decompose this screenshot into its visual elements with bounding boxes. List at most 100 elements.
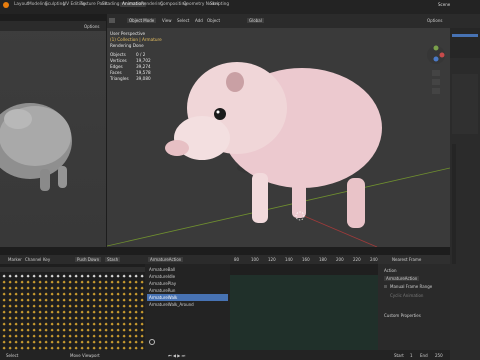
- frame-end-field[interactable]: 250: [435, 353, 443, 358]
- viewport-options[interactable]: Options: [427, 18, 442, 23]
- keyframe-marker: [62, 334, 66, 338]
- action-list-popup[interactable]: ArmatureAction ArmatureBall ArmatureIdle A…: [145, 255, 230, 350]
- navigation-gizmo[interactable]: [425, 44, 447, 104]
- keyframe-marker: [98, 286, 102, 290]
- custom-properties-section[interactable]: Custom Properties: [384, 313, 421, 318]
- keyframe-marker: [140, 328, 144, 332]
- keyframe-marker: [74, 322, 78, 326]
- marker-menu[interactable]: Marker: [8, 257, 22, 262]
- keyframe-marker: [68, 340, 72, 344]
- frame-tick-label: 140: [285, 257, 293, 262]
- action-item[interactable]: ArmaturePlay: [147, 280, 228, 287]
- keyframe-marker: [74, 280, 78, 284]
- scene-selector[interactable]: Scene: [438, 2, 450, 7]
- keyframe-marker: [8, 292, 12, 296]
- keyframe-marker: [56, 340, 60, 344]
- outliner[interactable]: [450, 28, 480, 58]
- nearest-frame-dropdown[interactable]: Nearest Frame: [392, 257, 421, 262]
- add-menu[interactable]: Add: [195, 18, 203, 23]
- keyframe-marker: [38, 328, 42, 332]
- keyframe-marker: [56, 286, 60, 290]
- editor-type-icon[interactable]: [109, 18, 115, 23]
- object-menu[interactable]: Object: [207, 18, 220, 23]
- dope-sheet[interactable]: Marker Channel Key Push Down Stash: [0, 255, 145, 350]
- keyframe-marker: [98, 304, 102, 308]
- keyframe-marker: [2, 298, 6, 302]
- search-icon[interactable]: [149, 339, 155, 345]
- keyframe-area[interactable]: [0, 267, 145, 350]
- channel-menu[interactable]: Channel: [25, 257, 41, 262]
- action-item[interactable]: ArmatureRun: [147, 287, 228, 294]
- orientation-dropdown[interactable]: Global: [247, 18, 264, 23]
- keyframe-marker: [62, 328, 66, 332]
- action-item[interactable]: ArmatureWalk: [147, 294, 228, 301]
- keyframe-marker: [98, 310, 102, 314]
- keyframe-marker: [56, 298, 60, 302]
- properties-tabs[interactable]: [452, 144, 456, 264]
- tab-layout[interactable]: Layout: [14, 2, 29, 7]
- keyframe-marker: [26, 286, 30, 290]
- keyframe-marker: [110, 304, 114, 308]
- keyframe-marker: [20, 292, 24, 296]
- keyframe-marker: [26, 328, 30, 332]
- keyframe-marker: [2, 310, 6, 314]
- top-menu-bar: Layout Modeling Sculpting UV Editing Texture…: [0, 0, 480, 14]
- keyframe-marker: [134, 280, 138, 284]
- action-item[interactable]: ArmatureWalk_Around: [147, 301, 228, 308]
- tab-scripting[interactable]: Scripting: [210, 2, 229, 7]
- keyframe-marker: [68, 316, 72, 320]
- main-3d-viewport[interactable]: Object Mode View Select Add Object Globa…: [107, 14, 450, 247]
- keyframe-marker: [122, 310, 126, 314]
- keyframe-marker: [104, 340, 108, 344]
- keyframe-marker: [14, 280, 18, 284]
- push-down-button[interactable]: Push Down: [75, 257, 102, 262]
- keyframe-marker: [128, 292, 132, 296]
- keyframe-marker: [20, 340, 24, 344]
- left-3d-viewport[interactable]: Options: [0, 21, 106, 247]
- timeline-frame-area[interactable]: 80 100 120 140 160 180 200 220 240: [230, 255, 378, 350]
- stash-button[interactable]: Stash: [105, 257, 121, 262]
- keyframe-marker: [20, 328, 24, 332]
- keyframe-marker: [20, 322, 24, 326]
- keyframe-marker: [116, 334, 120, 338]
- frame-tick-label: 240: [370, 257, 378, 262]
- keyframe-marker: [14, 274, 18, 278]
- key-menu[interactable]: Key: [43, 257, 50, 262]
- keyframe-marker: [110, 328, 114, 332]
- keyframe-marker: [86, 292, 90, 296]
- manual-range-checkbox[interactable]: [384, 285, 387, 288]
- sidebar-panel[interactable]: Nearest Frame Action ArmatureAction Manu…: [378, 255, 450, 350]
- left-viewport-options[interactable]: Options: [84, 24, 99, 29]
- keyframe-marker: [44, 316, 48, 320]
- keyframe-marker: [92, 292, 96, 296]
- playback-controls[interactable]: ⏮ ◀ ▶ ⏭: [168, 353, 185, 358]
- view-menu[interactable]: View: [162, 18, 172, 23]
- keyframe-marker: [92, 316, 96, 320]
- action-item[interactable]: ArmatureIdle: [147, 273, 228, 280]
- keyframe-marker: [32, 304, 36, 308]
- keyframe-marker: [32, 292, 36, 296]
- keyframe-marker: [26, 340, 30, 344]
- action-section-label[interactable]: Action: [384, 268, 397, 273]
- tab-shading[interactable]: Shading: [102, 2, 119, 7]
- keyframe-marker: [122, 286, 126, 290]
- keyframe-marker: [128, 334, 132, 338]
- keyframe-marker: [86, 334, 90, 338]
- outliner-selected-row[interactable]: [452, 34, 478, 37]
- keyframe-marker: [8, 328, 12, 332]
- action-field[interactable]: ArmatureAction: [384, 276, 420, 281]
- blender-logo-icon[interactable]: [3, 2, 9, 8]
- keyframe-marker: [56, 316, 60, 320]
- properties-panel[interactable]: [450, 14, 480, 360]
- keyframe-marker: [38, 286, 42, 290]
- select-menu[interactable]: Select: [177, 18, 189, 23]
- object-mode-dropdown[interactable]: Object Mode: [127, 18, 157, 23]
- keyframe-marker: [2, 316, 6, 320]
- keyframe-marker: [38, 322, 42, 326]
- action-item[interactable]: ArmatureBall: [147, 266, 228, 273]
- frame-start-field[interactable]: 1: [410, 353, 413, 358]
- keyframe-marker: [104, 328, 108, 332]
- frame-ruler: 80 100 120 140 160 180 200 220 240: [230, 255, 378, 264]
- action-dropdown[interactable]: ArmatureAction: [148, 257, 184, 262]
- keyframe-marker: [140, 316, 144, 320]
